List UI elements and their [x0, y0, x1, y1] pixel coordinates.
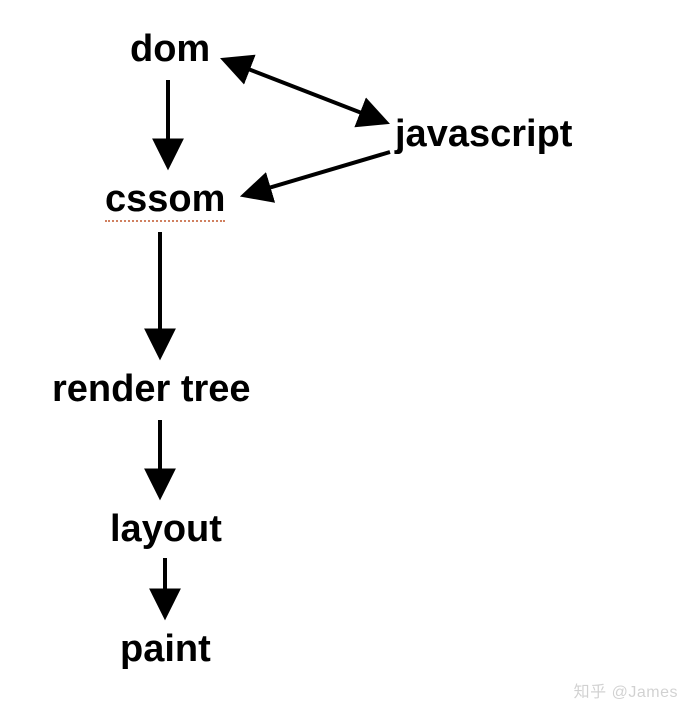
node-paint: paint: [120, 630, 211, 668]
node-javascript: javascript: [395, 115, 572, 153]
node-layout: layout: [110, 510, 222, 548]
node-cssom: cssom: [105, 180, 225, 222]
diagram-arrows: [0, 0, 690, 710]
node-dom: dom: [130, 30, 210, 68]
watermark-at: @: [612, 684, 629, 701]
watermark-author: James: [628, 684, 678, 701]
edge-dom-js: [225, 60, 385, 122]
node-render-tree: render tree: [52, 370, 251, 408]
edge-js-to-cssom: [245, 152, 390, 195]
watermark-site: 知乎: [574, 684, 607, 701]
watermark: 知乎 @James: [574, 678, 678, 702]
